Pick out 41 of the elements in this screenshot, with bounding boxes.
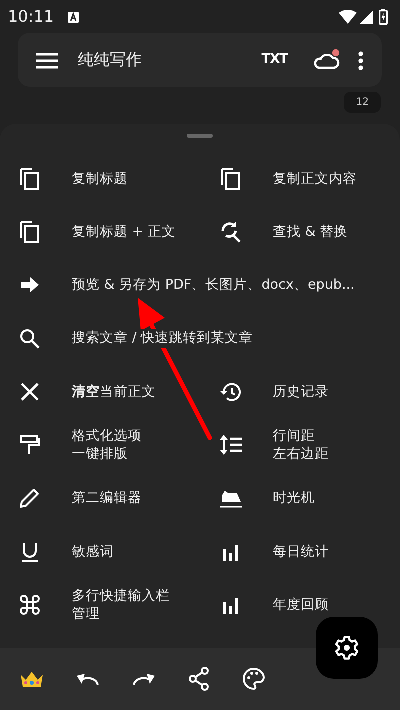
menu-item[interactable]: 查找 & 替换 [201,205,400,259]
more-icon [358,50,364,71]
menu-item[interactable]: 时光机 [201,472,400,526]
find-replace-icon [219,220,243,244]
app-title: 纯纯写作 [78,49,142,71]
menu-item[interactable]: 多行快捷输入栏 管理 [0,578,201,632]
command-icon [18,593,42,618]
share-icon [188,667,210,692]
redo-icon [132,672,156,688]
menu-item[interactable]: 第二编辑器 [0,472,201,526]
menu-item[interactable]: 每日统计 [201,525,400,578]
menu-item[interactable]: 清空当前正文 [0,365,201,418]
menu-item[interactable]: 复制正文内容 [201,152,400,206]
undo-icon [76,672,100,688]
pencil-icon [18,486,42,510]
txt-button[interactable]: TXT [258,46,292,74]
copy-icon [18,220,42,244]
battery-icon [379,9,388,25]
settings-button[interactable] [316,617,378,679]
menu-icon [36,52,58,69]
drag-handle[interactable] [187,134,213,138]
clock-text: 10:11 [8,6,54,28]
menu-item[interactable]: 搜索文章 / 快速跳转到某文章 [0,312,400,366]
settings-icon [334,635,360,661]
copy-icon [219,166,243,191]
search-icon [18,326,42,351]
menu-item[interactable]: 预览 & 另存为 PDF、长图片、docx、epub... [0,258,400,312]
wifi-icon [339,10,357,24]
menu-item[interactable]: 复制标题 [0,152,201,206]
crown-icon [20,670,44,689]
notification-icon [68,12,80,22]
menu-item[interactable]: 敏感词 [0,525,201,578]
signal-icon [360,10,373,24]
copy-icon [18,166,42,191]
menu-item[interactable]: 行间距 左右边距 [201,418,400,472]
menu-item[interactable]: 格式化选项 一键排版 [0,418,201,472]
palette-icon [242,667,266,692]
menu-item[interactable]: 历史记录 [201,365,400,418]
menu-item[interactable]: 复制标题 + 正文 [0,205,201,259]
word-count-badge: 12 [344,92,381,113]
line-spacing-icon [219,433,243,458]
